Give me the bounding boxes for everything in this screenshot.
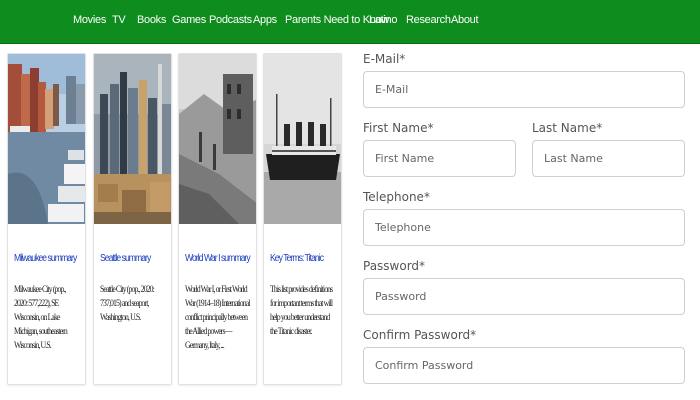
article-card-seattle[interactable]: Seattle summary Seattle City (pop., 2020… [93,53,172,385]
milwaukee-thumbnail[interactable] [8,54,85,224]
nav-item-research[interactable]: Research [406,14,451,26]
nav-item-books[interactable]: Books [137,14,166,26]
article-card-titanic[interactable]: Key Terms: Titanic This list provides de… [263,53,342,385]
card-description: This list provides definitions for impor… [270,285,333,337]
nav-item-tv[interactable]: TV [112,14,126,26]
nav-item-apps[interactable]: Apps [253,14,277,26]
confirm-password-label: Confirm Password* [363,328,477,342]
top-navigation-bar: Movies TV Books Games Podcasts Apps Pare… [0,0,700,44]
nav-item-games[interactable]: Games [172,14,206,26]
first-name-label: First Name* [363,121,434,135]
article-cards: Milwaukee summary Milwaukee City (pop., … [7,53,343,385]
article-card-milwaukee[interactable]: Milwaukee summary Milwaukee City (pop., … [7,53,86,385]
titanic-thumbnail[interactable] [264,54,341,224]
nav-item-movies[interactable]: Movies [73,14,106,26]
card-title[interactable]: Key Terms: Titanic [270,253,332,264]
nav-item-about[interactable]: About [451,14,479,26]
card-title[interactable]: Seattle summary [100,253,162,264]
seattle-thumbnail[interactable] [94,54,171,224]
card-description: World War I, or First World War (1914–18… [185,285,250,351]
telephone-field[interactable] [363,209,685,246]
card-description: Seattle City (pop., 2020: 737,015) and s… [100,285,155,323]
first-name-field[interactable] [363,140,516,177]
card-title[interactable]: World War I summary [185,253,251,264]
password-label: Password* [363,259,426,273]
article-card-world-war-i[interactable]: World War I summary World War I, or Firs… [178,53,257,385]
email-label: E-Mail* [363,52,406,66]
password-field[interactable] [363,278,685,315]
card-description: Milwaukee City (pop., 2020: 577,222), SE… [14,285,68,351]
email-field[interactable] [363,71,685,108]
telephone-label: Telephone* [363,190,430,204]
nav-item-podcasts[interactable]: Podcasts [209,14,252,26]
world-war-i-thumbnail[interactable] [179,54,256,224]
card-title[interactable]: Milwaukee summary [14,253,77,264]
last-name-field[interactable] [532,140,685,177]
confirm-password-field[interactable] [363,347,685,384]
last-name-label: Last Name* [532,121,603,135]
nav-item-latino[interactable]: Latino [369,14,397,26]
